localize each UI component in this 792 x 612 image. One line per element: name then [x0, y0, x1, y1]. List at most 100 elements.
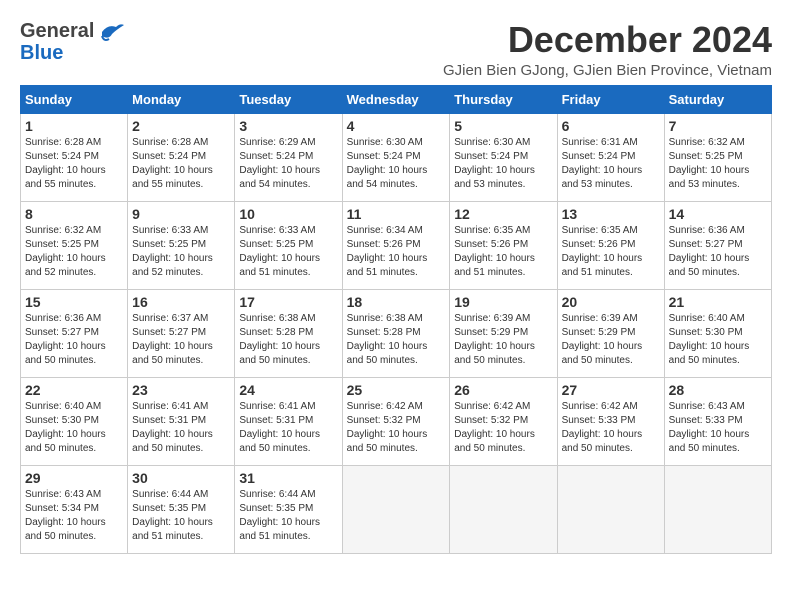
calendar-day-14: 14Sunrise: 6:36 AM Sunset: 5:27 PM Dayli…	[664, 201, 771, 289]
day-number: 27	[562, 382, 660, 398]
day-info: Sunrise: 6:32 AM Sunset: 5:25 PM Dayligh…	[25, 224, 123, 280]
calendar-day-11: 11Sunrise: 6:34 AM Sunset: 5:26 PM Dayli…	[342, 201, 450, 289]
day-number: 13	[562, 206, 660, 222]
calendar-day-25: 25 Sunrise: 6:42 AM Sunset: 5:32 PM Dayli…	[342, 377, 450, 465]
calendar-day-10: 10 Sunrise: 6:33 AM Sunset: 5:25 PM Dayli…	[235, 201, 342, 289]
day-info: Sunrise: 6:39 AM Sunset: 5:29 PM Dayligh…	[562, 312, 660, 368]
calendar-day-30: 30 Sunrise: 6:44 AM Sunset: 5:35 PM Dayli…	[128, 465, 235, 553]
calendar-day-empty	[664, 465, 771, 553]
day-number: 29	[25, 470, 123, 486]
day-info: Sunrise: 6:34 AM Sunset: 5:26 PM Dayligh…	[347, 224, 446, 280]
calendar-header-saturday: Saturday	[664, 85, 771, 113]
day-number: 3	[239, 118, 337, 134]
page-header: General Blue December 2024 GJien Bien GJ…	[20, 20, 772, 79]
calendar-header-friday: Friday	[557, 85, 664, 113]
month-year-title: December 2024	[443, 20, 772, 60]
calendar-day-26: 26 Sunrise: 6:42 AM Sunset: 5:32 PM Dayli…	[450, 377, 557, 465]
calendar-header-sunday: Sunday	[21, 85, 128, 113]
day-info: Sunrise: 6:43 AM Sunset: 5:34 PM Dayligh…	[25, 488, 123, 544]
calendar-day-8: 8 Sunrise: 6:32 AM Sunset: 5:25 PM Daylig…	[21, 201, 128, 289]
location-subtitle: GJien Bien GJong, GJien Bien Province, V…	[443, 62, 772, 79]
day-number: 25	[347, 382, 446, 398]
day-info: Sunrise: 6:32 AM Sunset: 5:25 PM Dayligh…	[669, 136, 767, 192]
day-number: 23	[132, 382, 230, 398]
day-info: Sunrise: 6:28 AM Sunset: 5:24 PM Dayligh…	[25, 136, 123, 192]
day-info: Sunrise: 6:39 AM Sunset: 5:29 PM Dayligh…	[454, 312, 552, 368]
logo: General Blue	[20, 20, 124, 64]
day-number: 24	[239, 382, 337, 398]
day-number: 26	[454, 382, 552, 398]
day-number: 10	[239, 206, 337, 222]
calendar-day-15: 15 Sunrise: 6:36 AM Sunset: 5:27 PM Dayli…	[21, 289, 128, 377]
day-info: Sunrise: 6:44 AM Sunset: 5:35 PM Dayligh…	[132, 488, 230, 544]
calendar-header-row: SundayMondayTuesdayWednesdayThursdayFrid…	[21, 85, 772, 113]
calendar-day-12: 12 Sunrise: 6:35 AM Sunset: 5:26 PM Dayli…	[450, 201, 557, 289]
day-number: 18	[347, 294, 446, 310]
day-number: 4	[347, 118, 446, 134]
calendar-header-wednesday: Wednesday	[342, 85, 450, 113]
calendar-day-17: 17 Sunrise: 6:38 AM Sunset: 5:28 PM Dayli…	[235, 289, 342, 377]
day-info: Sunrise: 6:36 AM Sunset: 5:27 PM Dayligh…	[669, 224, 767, 280]
day-info: Sunrise: 6:42 AM Sunset: 5:32 PM Dayligh…	[347, 400, 446, 456]
calendar-day-13: 13 Sunrise: 6:35 AM Sunset: 5:26 PM Dayli…	[557, 201, 664, 289]
day-number: 5	[454, 118, 552, 134]
day-info: Sunrise: 6:30 AM Sunset: 5:24 PM Dayligh…	[347, 136, 446, 192]
calendar-header-thursday: Thursday	[450, 85, 557, 113]
day-info: Sunrise: 6:36 AM Sunset: 5:27 PM Dayligh…	[25, 312, 123, 368]
calendar-day-4: 4 Sunrise: 6:30 AM Sunset: 5:24 PM Daylig…	[342, 113, 450, 201]
calendar-day-7: 7 Sunrise: 6:32 AM Sunset: 5:25 PM Daylig…	[664, 113, 771, 201]
calendar-week-1: 1Sunrise: 6:28 AM Sunset: 5:24 PM Daylig…	[21, 113, 772, 201]
day-info: Sunrise: 6:42 AM Sunset: 5:32 PM Dayligh…	[454, 400, 552, 456]
day-info: Sunrise: 6:44 AM Sunset: 5:35 PM Dayligh…	[239, 488, 337, 544]
day-number: 31	[239, 470, 337, 486]
day-number: 15	[25, 294, 123, 310]
calendar-day-empty	[557, 465, 664, 553]
day-number: 16	[132, 294, 230, 310]
day-info: Sunrise: 6:35 AM Sunset: 5:26 PM Dayligh…	[454, 224, 552, 280]
day-info: Sunrise: 6:38 AM Sunset: 5:28 PM Dayligh…	[347, 312, 446, 368]
day-number: 28	[669, 382, 767, 398]
calendar-day-20: 20 Sunrise: 6:39 AM Sunset: 5:29 PM Dayli…	[557, 289, 664, 377]
calendar-day-27: 27 Sunrise: 6:42 AM Sunset: 5:33 PM Dayli…	[557, 377, 664, 465]
calendar-week-2: 8 Sunrise: 6:32 AM Sunset: 5:25 PM Daylig…	[21, 201, 772, 289]
calendar-day-9: 9Sunrise: 6:33 AM Sunset: 5:25 PM Daylig…	[128, 201, 235, 289]
calendar-day-empty	[342, 465, 450, 553]
calendar-table: SundayMondayTuesdayWednesdayThursdayFrid…	[20, 85, 772, 554]
day-info: Sunrise: 6:28 AM Sunset: 5:24 PM Dayligh…	[132, 136, 230, 192]
day-number: 6	[562, 118, 660, 134]
day-number: 7	[669, 118, 767, 134]
day-info: Sunrise: 6:43 AM Sunset: 5:33 PM Dayligh…	[669, 400, 767, 456]
day-info: Sunrise: 6:29 AM Sunset: 5:24 PM Dayligh…	[239, 136, 337, 192]
day-info: Sunrise: 6:41 AM Sunset: 5:31 PM Dayligh…	[239, 400, 337, 456]
calendar-header-tuesday: Tuesday	[235, 85, 342, 113]
calendar-day-2: 2Sunrise: 6:28 AM Sunset: 5:24 PM Daylig…	[128, 113, 235, 201]
day-number: 30	[132, 470, 230, 486]
day-number: 19	[454, 294, 552, 310]
day-info: Sunrise: 6:33 AM Sunset: 5:25 PM Dayligh…	[239, 224, 337, 280]
day-info: Sunrise: 6:42 AM Sunset: 5:33 PM Dayligh…	[562, 400, 660, 456]
day-info: Sunrise: 6:40 AM Sunset: 5:30 PM Dayligh…	[669, 312, 767, 368]
day-number: 8	[25, 206, 123, 222]
day-info: Sunrise: 6:30 AM Sunset: 5:24 PM Dayligh…	[454, 136, 552, 192]
calendar-header-monday: Monday	[128, 85, 235, 113]
calendar-day-empty	[450, 465, 557, 553]
calendar-day-6: 6 Sunrise: 6:31 AM Sunset: 5:24 PM Daylig…	[557, 113, 664, 201]
day-info: Sunrise: 6:35 AM Sunset: 5:26 PM Dayligh…	[562, 224, 660, 280]
calendar-day-18: 18 Sunrise: 6:38 AM Sunset: 5:28 PM Dayli…	[342, 289, 450, 377]
day-number: 17	[239, 294, 337, 310]
day-info: Sunrise: 6:31 AM Sunset: 5:24 PM Dayligh…	[562, 136, 660, 192]
calendar-week-5: 29 Sunrise: 6:43 AM Sunset: 5:34 PM Dayli…	[21, 465, 772, 553]
day-info: Sunrise: 6:38 AM Sunset: 5:28 PM Dayligh…	[239, 312, 337, 368]
day-number: 9	[132, 206, 230, 222]
day-info: Sunrise: 6:41 AM Sunset: 5:31 PM Dayligh…	[132, 400, 230, 456]
day-info: Sunrise: 6:37 AM Sunset: 5:27 PM Dayligh…	[132, 312, 230, 368]
calendar-day-28: 28 Sunrise: 6:43 AM Sunset: 5:33 PM Dayli…	[664, 377, 771, 465]
calendar-week-3: 15 Sunrise: 6:36 AM Sunset: 5:27 PM Dayli…	[21, 289, 772, 377]
day-number: 20	[562, 294, 660, 310]
day-number: 12	[454, 206, 552, 222]
calendar-day-1: 1Sunrise: 6:28 AM Sunset: 5:24 PM Daylig…	[21, 113, 128, 201]
calendar-day-16: 16 Sunrise: 6:37 AM Sunset: 5:27 PM Dayli…	[128, 289, 235, 377]
calendar-day-5: 5 Sunrise: 6:30 AM Sunset: 5:24 PM Daylig…	[450, 113, 557, 201]
calendar-day-3: 3 Sunrise: 6:29 AM Sunset: 5:24 PM Daylig…	[235, 113, 342, 201]
calendar-day-29: 29 Sunrise: 6:43 AM Sunset: 5:34 PM Dayli…	[21, 465, 128, 553]
